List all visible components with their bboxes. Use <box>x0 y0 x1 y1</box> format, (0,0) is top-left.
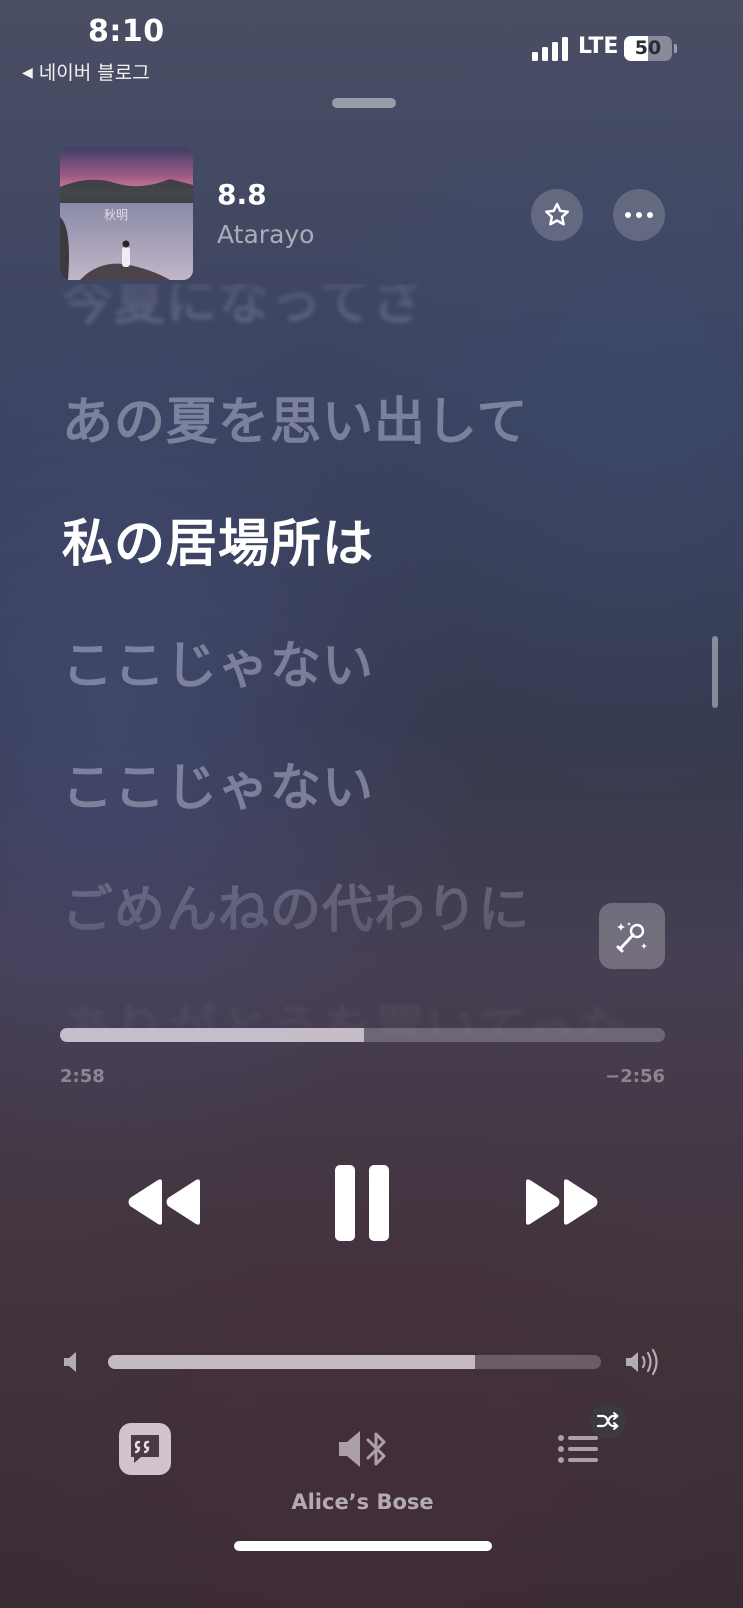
lyric-line[interactable]: 今夏になってさ <box>62 284 423 334</box>
battery-tip <box>674 44 677 53</box>
rewind-icon <box>128 1179 200 1225</box>
song-artist[interactable]: Atarayo <box>217 220 314 249</box>
battery-level: 50 <box>634 37 662 59</box>
playing-next-queue-button[interactable] <box>556 1432 600 1470</box>
volume-slider[interactable] <box>108 1355 601 1369</box>
shuffle-indicator <box>590 1403 626 1439</box>
fast-forward-icon <box>526 1179 598 1225</box>
favorite-button[interactable] <box>531 189 583 241</box>
back-triangle-icon: ◀ <box>22 65 33 81</box>
output-device-name[interactable]: Alice’s Bose <box>0 1490 725 1514</box>
playback-progress-fill <box>60 1028 365 1042</box>
speaker-bluetooth-icon <box>339 1431 386 1467</box>
svg-text:秋明: 秋明 <box>104 208 128 222</box>
cellular-signal-icon <box>532 37 568 61</box>
volume-high-icon <box>624 1348 662 1380</box>
lyric-line[interactable]: あの夏を思い出して <box>62 380 528 454</box>
volume-level-fill <box>108 1355 476 1369</box>
back-to-app-link[interactable]: ◀ 네이버 블로그 <box>22 58 150 85</box>
lyrics-toggle-button[interactable] <box>119 1423 171 1475</box>
sing-along-button[interactable] <box>599 903 665 969</box>
star-outline-icon <box>545 202 569 226</box>
status-time: 8:10 <box>88 14 165 49</box>
next-track-button[interactable] <box>524 1176 600 1232</box>
ellipsis-icon <box>625 212 653 218</box>
lyric-line[interactable]: ここじゃない <box>62 624 374 698</box>
network-type: LTE <box>578 34 619 59</box>
playback-scrubber[interactable] <box>60 1028 665 1042</box>
lyrics-scroll-indicator[interactable] <box>712 636 718 708</box>
remaining-time: −2:56 <box>605 1066 665 1087</box>
song-title[interactable]: 8.8 <box>217 178 267 211</box>
previous-track-button[interactable] <box>126 1176 202 1232</box>
back-app-label: 네이버 블로그 <box>38 62 150 84</box>
lyric-line[interactable]: ここじゃない <box>62 746 374 820</box>
lyric-line-current[interactable]: 私の居場所は <box>62 502 374 576</box>
shuffle-icon <box>597 1412 619 1430</box>
pause-button[interactable] <box>333 1165 393 1245</box>
album-artwork[interactable]: 秋明 <box>60 147 193 280</box>
list-icon <box>558 1435 598 1463</box>
lyric-line[interactable]: ごめんねの代わりに <box>62 868 530 942</box>
lyrics-quote-icon <box>131 1435 159 1463</box>
more-options-button[interactable] <box>613 189 665 241</box>
sheet-grabber[interactable] <box>332 98 396 108</box>
audio-output-button[interactable] <box>336 1427 392 1475</box>
volume-low-icon <box>62 1350 82 1378</box>
home-indicator[interactable] <box>234 1541 492 1551</box>
elapsed-time: 2:58 <box>60 1066 105 1087</box>
microphone-sparkle-icon <box>616 922 647 953</box>
pause-icon <box>335 1165 389 1241</box>
battery-icon: 50 <box>624 36 672 61</box>
